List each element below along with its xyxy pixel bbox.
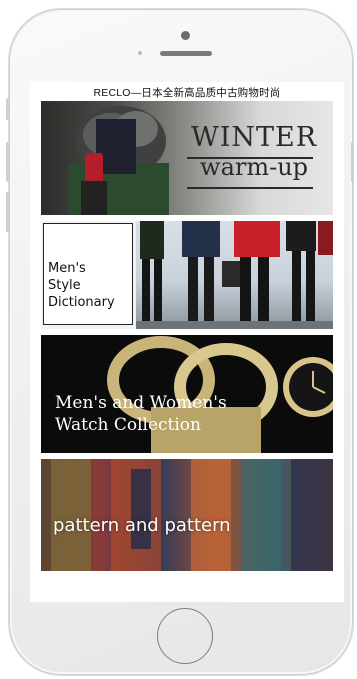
winter-underline-bottom: [187, 187, 313, 189]
pattern-heading: pattern and pattern: [53, 515, 231, 536]
dictionary-line1: Men's: [48, 261, 86, 276]
watch-collection-banner[interactable]: Men's and Women's Watch Collection: [41, 335, 333, 453]
sensor-icon: [138, 51, 142, 55]
watch-heading: Men's and Women's Watch Collection: [55, 392, 227, 436]
page-title: RECLO—日本全新高品质中古购物时尚: [93, 87, 281, 99]
watch-line1: Men's and Women's: [55, 393, 227, 413]
home-button-icon[interactable]: [157, 608, 213, 664]
dictionary-line3: Dictionary: [48, 295, 115, 310]
speaker-grille-icon: [160, 51, 212, 56]
dictionary-label-box: Men's Style Dictionary: [43, 223, 133, 325]
front-camera-icon: [181, 31, 190, 40]
phone-screen: RECLO—日本全新高品质中古购物时尚 WINTER warm-up Men's…: [30, 82, 344, 602]
dictionary-line2: Style: [48, 278, 81, 293]
winter-heading: WINTER warm-up: [191, 122, 318, 182]
pattern-banner[interactable]: pattern and pattern: [41, 459, 333, 571]
volume-up-button: [6, 142, 9, 182]
power-button: [351, 142, 354, 182]
mens-legs-photo: [136, 221, 333, 329]
volume-down-button: [6, 192, 9, 232]
dictionary-label: Men's Style Dictionary: [48, 260, 115, 311]
winter-underline: [187, 157, 313, 159]
winter-warmup-banner[interactable]: WINTER warm-up: [41, 101, 333, 215]
style-dictionary-banner[interactable]: Men's Style Dictionary: [41, 221, 333, 329]
watch-line2: Watch Collection: [55, 415, 201, 435]
winter-line1: WINTER: [191, 122, 318, 153]
mute-switch: [6, 98, 9, 120]
